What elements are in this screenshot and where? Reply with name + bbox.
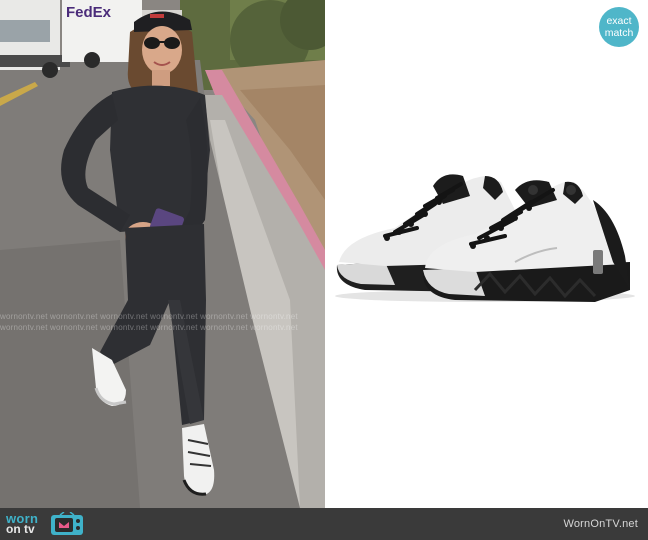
logo-text: worn on tv xyxy=(6,512,46,536)
watermark-text: wornontv.net wornontv.net wornontv.net w… xyxy=(0,312,298,321)
site-url: WornOnTV.net xyxy=(563,518,638,530)
footer-bar: worn on tv WornOnTV.net xyxy=(0,508,648,540)
logo-word-ontv: on tv xyxy=(6,522,35,536)
product-panel xyxy=(325,0,648,508)
badge-line-1: exact xyxy=(606,15,632,27)
van-logo: FedEx xyxy=(66,4,112,21)
badge-line-2: match xyxy=(604,27,634,39)
outfit-photo: FedEx wornontv.net wornontv.net wornontv… xyxy=(0,0,325,508)
watermark-text: wornontv.net wornontv.net wornontv.net w… xyxy=(0,323,298,332)
site-logo[interactable]: worn on tv xyxy=(6,511,84,537)
sneaker-product-image[interactable] xyxy=(325,0,648,508)
street-scene: FedEx xyxy=(0,0,325,508)
tv-icon xyxy=(51,512,83,535)
exact-match-badge[interactable]: exact match xyxy=(599,7,639,47)
